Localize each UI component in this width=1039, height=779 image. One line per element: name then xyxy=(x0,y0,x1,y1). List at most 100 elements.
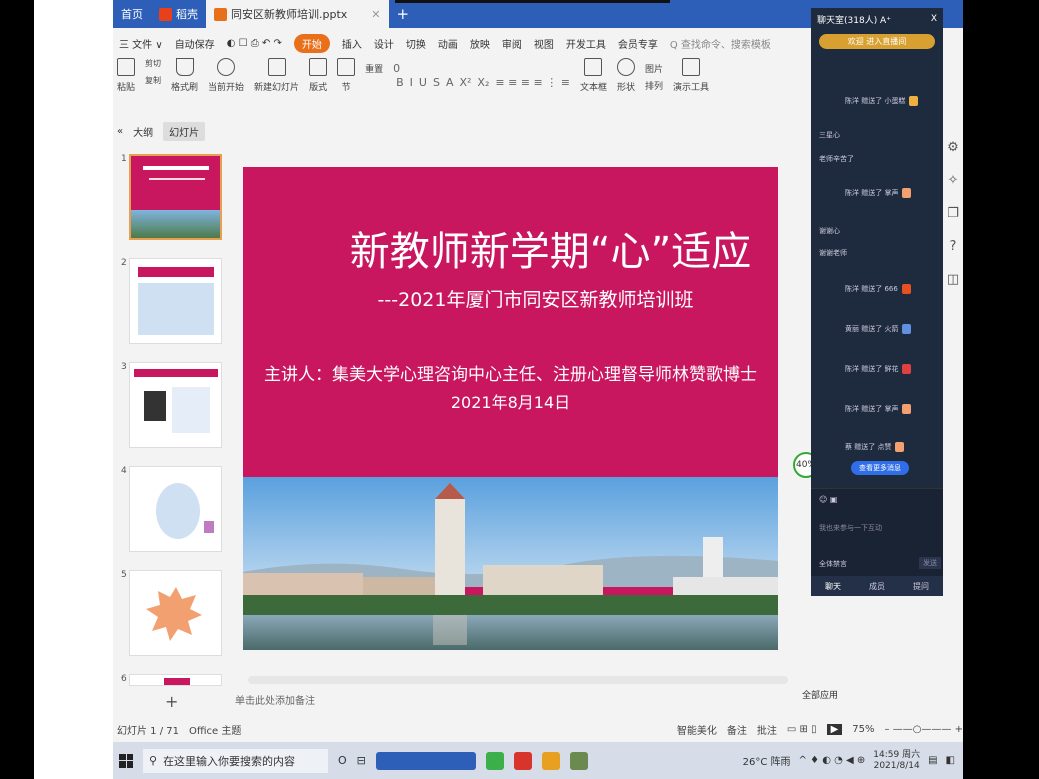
copy-icon[interactable]: ❐ xyxy=(947,206,959,221)
chat-label: 谢谢老师 xyxy=(819,249,847,257)
tab-document[interactable]: 同安区新教师培训.pptx ✕ xyxy=(206,0,389,28)
align-icons[interactable]: ≡ ≡ ≡ ≡ ⋮ ≡ xyxy=(495,76,570,89)
command-search[interactable]: Q 查找命令、搜索模板 xyxy=(670,36,771,51)
tray-icons[interactable]: ^ ♦ ◐ ◔ ◀ ⊕ xyxy=(799,755,866,766)
slide-presenter[interactable]: 主讲人：集美大学心理咨询中心主任、注册心理督导师林赞歌博士 xyxy=(243,360,778,385)
task-view-icon[interactable]: O xyxy=(338,754,347,767)
apply-all-button[interactable]: 全部应用 xyxy=(802,688,838,701)
starburst-shape xyxy=(146,587,202,641)
menu-developer[interactable]: 开发工具 xyxy=(566,36,606,51)
wps-icon[interactable] xyxy=(513,751,532,770)
horizontal-scrollbar[interactable] xyxy=(248,676,788,684)
file-menu[interactable]: 三 文件 ∨ xyxy=(119,36,163,51)
chat-input[interactable]: 我也来参与一下互动 xyxy=(819,523,882,533)
comments-toggle[interactable]: 批注 xyxy=(757,722,777,737)
browser-app-icon[interactable] xyxy=(375,751,476,770)
section-button[interactable]: 节 xyxy=(337,58,356,93)
more-messages-button[interactable]: 查看更多消息 xyxy=(851,461,909,475)
layout-button[interactable]: 版式 xyxy=(309,58,327,93)
collapse-icon[interactable]: « xyxy=(117,126,123,137)
menu-insert[interactable]: 插入 xyxy=(342,36,362,51)
slide-thumbnail-6[interactable] xyxy=(129,674,222,686)
add-slide-icon[interactable]: + xyxy=(165,692,178,711)
slide-date[interactable]: 2021年8月14日 xyxy=(243,389,778,413)
thumb-decoration xyxy=(204,521,214,533)
slide-thumbnail-1[interactable] xyxy=(129,154,222,240)
tab-outline[interactable]: 大纲 xyxy=(133,124,153,139)
italic-button[interactable]: I xyxy=(410,76,413,89)
folder-icon[interactable] xyxy=(541,751,560,770)
arrange-button[interactable]: 排列 xyxy=(645,79,663,92)
adjust-icon[interactable]: ⚙ xyxy=(947,140,959,155)
play-icon[interactable]: ▶ xyxy=(826,723,843,735)
menu-view[interactable]: 视图 xyxy=(534,36,554,51)
notes-icon[interactable]: ▤ xyxy=(928,755,937,766)
slide-title[interactable]: 新教师新学期“心”适应 xyxy=(243,219,778,277)
paste-button[interactable]: 粘贴 xyxy=(117,58,135,93)
tab-docer[interactable]: 稻壳 xyxy=(151,0,206,28)
clock[interactable]: 14:59 周六 2021/8/14 xyxy=(873,750,920,772)
slide-thumbnail-3[interactable] xyxy=(129,362,222,448)
windows-start-icon[interactable] xyxy=(119,753,133,768)
shape-label: 形状 xyxy=(616,83,635,93)
chat-tabs: 聊天 成员 提问 xyxy=(811,576,943,596)
menu-animation[interactable]: 动画 xyxy=(438,36,458,51)
smart-beautify-button[interactable]: 智能美化 xyxy=(677,722,717,737)
menu-design[interactable]: 设计 xyxy=(374,36,394,51)
widgets-icon[interactable]: ⊟ xyxy=(357,754,366,767)
font-color-button[interactable]: A xyxy=(446,76,454,89)
format-painter-button[interactable]: 格式刷 xyxy=(171,58,198,93)
add-tab-icon[interactable]: + xyxy=(389,5,418,23)
new-slide-button[interactable]: 新建幻灯片 xyxy=(254,58,299,93)
tab-members[interactable]: 成员 xyxy=(869,581,885,592)
menu-member[interactable]: 会员专享 xyxy=(618,36,658,51)
slide-thumbnail-2[interactable] xyxy=(129,258,222,344)
send-button[interactable]: 发送 xyxy=(919,557,941,569)
menu-start[interactable]: 开始 xyxy=(293,33,330,53)
campus-photo xyxy=(243,477,778,650)
tab-slides[interactable]: 幻灯片 xyxy=(163,121,206,141)
taskbar-search[interactable]: ⚲ 在这里输入你要搜索的内容 xyxy=(143,748,328,773)
from-start-button[interactable]: 当前开始 xyxy=(208,58,244,93)
autosave-toggle[interactable]: 自动保存 xyxy=(175,36,215,51)
zoom-slider[interactable]: – ——○——— + xyxy=(885,724,963,735)
weather[interactable]: 26°C 阵雨 xyxy=(743,753,791,768)
bold-button[interactable]: B xyxy=(396,76,404,89)
notes-placeholder[interactable]: 单击此处添加备注 xyxy=(235,692,315,707)
underline-button[interactable]: U xyxy=(419,76,427,89)
chat-icon[interactable]: ◫ xyxy=(947,272,959,287)
app-icon[interactable] xyxy=(569,751,588,770)
close-icon[interactable]: X xyxy=(931,14,937,24)
slide-subtitle[interactable]: ---2021年厦门市同安区新教师培训班 xyxy=(243,285,778,312)
superscript-button[interactable]: X² xyxy=(459,76,471,89)
strike-button[interactable]: S xyxy=(433,76,440,89)
notes-toggle[interactable]: 备注 xyxy=(727,722,747,737)
chat-message: 蔡 赠送了 点赞 xyxy=(845,442,905,452)
notification-icon[interactable]: ◧ xyxy=(946,755,955,766)
emoji-icon[interactable]: ☺ ▣ xyxy=(819,495,837,504)
zoom-level[interactable]: 75% xyxy=(852,724,874,735)
shape-button[interactable]: 形状 xyxy=(616,58,635,93)
copy-button[interactable]: 复制 xyxy=(145,75,161,86)
menu-slideshow[interactable]: 放映 xyxy=(470,36,490,51)
slide-canvas[interactable]: 新教师新学期“心”适应 ---2021年厦门市同安区新教师培训班 主讲人：集美大… xyxy=(243,167,778,650)
edge-icon[interactable] xyxy=(485,751,504,770)
menu-transition[interactable]: 切换 xyxy=(406,36,426,51)
subscript-button[interactable]: X₂ xyxy=(477,76,489,89)
picture-button[interactable]: 图片 排列 xyxy=(645,62,663,92)
tools-button[interactable]: 演示工具 xyxy=(673,58,709,93)
help-icon[interactable]: ? xyxy=(950,239,957,254)
close-icon[interactable]: ✕ xyxy=(371,8,380,21)
reset-button[interactable]: 重置 xyxy=(365,62,383,75)
mute-all-toggle[interactable]: 全体禁言 xyxy=(819,559,847,569)
pin-icon[interactable]: ✧ xyxy=(948,173,959,188)
tab-chat[interactable]: 聊天 xyxy=(825,581,841,592)
cut-button[interactable]: 剪切 xyxy=(145,58,161,69)
tab-home[interactable]: 首页 xyxy=(113,0,151,28)
textbox-button[interactable]: 文本框 xyxy=(580,58,607,93)
tab-questions[interactable]: 提问 xyxy=(913,581,929,592)
slide-thumbnail-4[interactable] xyxy=(129,466,222,552)
view-buttons[interactable]: ▭ ⊞ ▯ xyxy=(787,724,817,735)
menu-review[interactable]: 审阅 xyxy=(502,36,522,51)
slide-thumbnail-5[interactable] xyxy=(129,570,222,656)
